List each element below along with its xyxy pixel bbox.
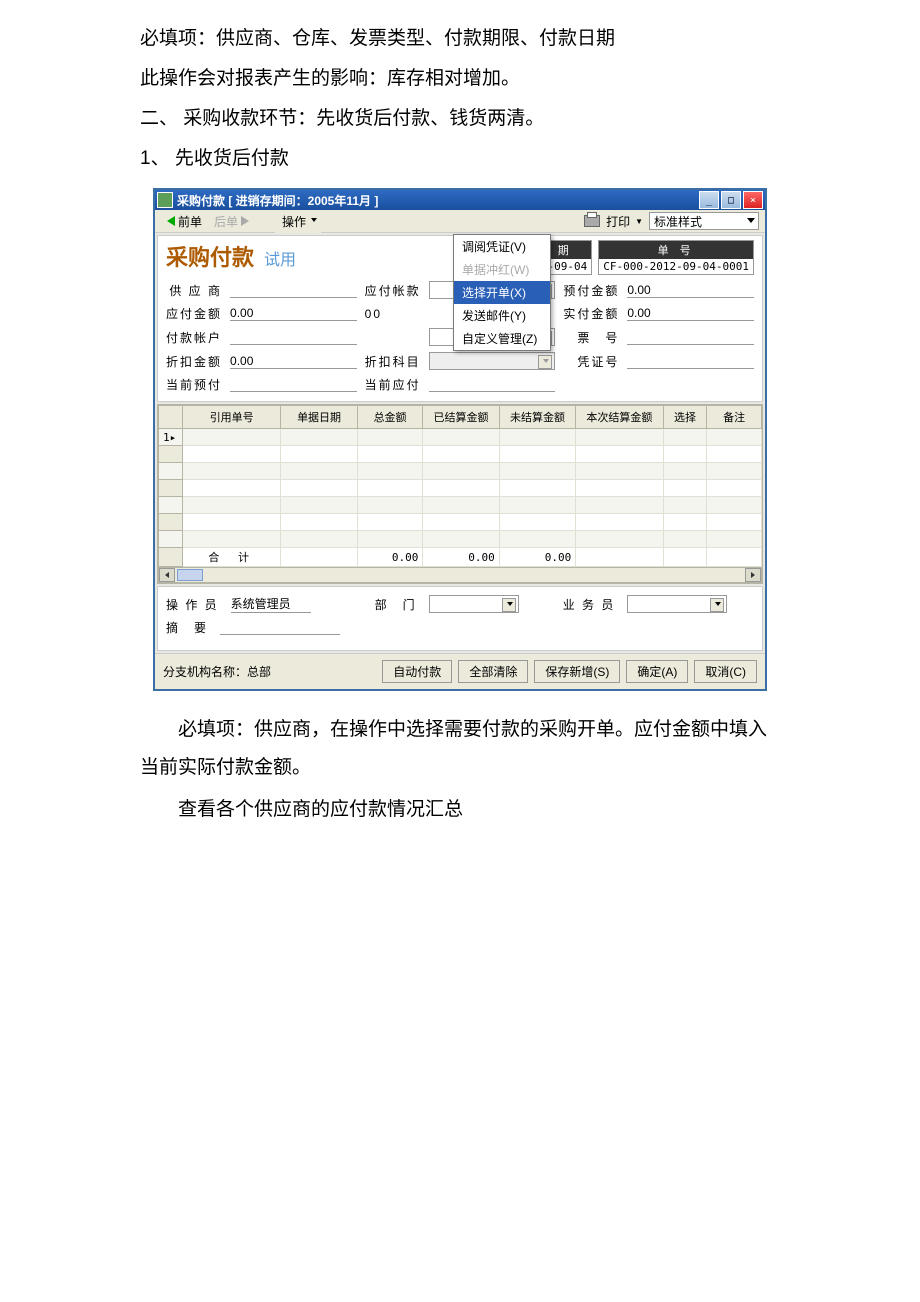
trial-mark: 试用 [264,246,296,270]
col-total: 总金额 [357,406,423,429]
app-window: 采购付款 [ 进销存期间：2005年11月 ] _ □ × 前单 后单 操作 打… [153,188,767,691]
arrow-left-icon [167,216,175,226]
discount-subj-select [429,352,556,370]
col-select: 选择 [663,406,707,429]
prev-doc-button[interactable]: 前单 [161,211,208,232]
operate-dropdown[interactable]: 操作 [275,210,321,233]
docnum-header: 单 号 [599,241,753,259]
bill-no-input[interactable] [627,330,754,345]
titlebar: 采购付款 [ 进销存期间：2005年11月 ] _ □ × [155,190,765,210]
dept-label: 部 门 [375,596,417,613]
doc-line-5: 必填项：供应商，在操作中选择需要付款的采购开单。应付金额中填入当前实际付款金额。 [140,711,780,787]
menu-doc-red[interactable]: 单据冲红(W) [454,258,550,281]
table-row[interactable]: 1▸ [159,429,762,446]
payable-label: 应付金额 [166,305,222,322]
auto-pay-button[interactable]: 自动付款 [382,660,452,683]
doc-line-6: 查看各个供应商的应付款情况汇总 [140,791,780,829]
cur-prepay-value [230,377,357,392]
cur-payable-value [429,377,556,392]
bill-no-label: 票 号 [563,329,619,346]
supplier-label: 供 应 商 [166,282,222,299]
table-row[interactable] [159,463,762,480]
cur-prepay-label: 当前预付 [166,376,222,393]
summary-input[interactable] [220,620,340,635]
cur-payable-label: 当前应付 [365,376,421,393]
window-title: 采购付款 [ 进销存期间：2005年11月 ] [177,192,699,209]
salesman-select[interactable] [627,595,727,613]
supplier-input[interactable] [230,283,357,298]
col-unsettled: 未结算金额 [499,406,575,429]
prepay-amt-label: 预付金额 [563,282,619,299]
style-selector[interactable]: 标准样式 [649,212,759,230]
operator-label: 操 作 员 [166,596,219,613]
scroll-right-icon[interactable] [745,568,761,582]
operator-value: 系统管理员 [231,595,311,613]
footer-form: 操 作 员 系统管理员 部 门 业 务 员 摘 要 [157,586,763,651]
payment-table: 引用单号 单据日期 总金额 已结算金额 未结算金额 本次结算金额 选择 备注 1… [158,405,762,567]
doc-line-3: 二、 采购收款环节：先收货后付款、钱货两清。 [140,100,780,138]
col-rownum [159,406,183,429]
close-button[interactable]: × [743,191,763,209]
doc-line-2: 此操作会对报表产生的影响：库存相对增加。 [140,60,780,98]
payable-input[interactable]: 0.00 [230,306,357,321]
print-button[interactable]: 打印 ▼ [578,211,649,232]
total-row: 合 计 0.00 0.00 0.00 [159,548,762,567]
operate-menu: 调阅凭证(V) 单据冲红(W) 选择开单(X) 发送邮件(Y) 自定义管理(Z) [453,234,551,351]
menu-send-mail[interactable]: 发送邮件(Y) [454,304,550,327]
next-doc-button[interactable]: 后单 [208,211,255,232]
col-this-settle: 本次结算金额 [576,406,663,429]
col-ref-no: 引用单号 [183,406,281,429]
docnum-value: CF-000-2012-09-04-0001 [599,259,753,274]
summary-label: 摘 要 [166,619,208,636]
doc-line-4: 1、 先收货后付款 [140,140,780,178]
discount-label: 折扣金额 [166,353,222,370]
branch-text: 分支机构名称：总部 [163,663,271,680]
actual-value: 0.00 [627,306,754,321]
minimize-button[interactable]: _ [699,191,719,209]
menu-custom-mgmt[interactable]: 自定义管理(Z) [454,327,550,350]
menu-view-voucher[interactable]: 调阅凭证(V) [454,235,550,258]
maximize-button[interactable]: □ [721,191,741,209]
clear-all-button[interactable]: 全部清除 [458,660,528,683]
voucher-label: 凭证号 [563,353,619,370]
acct-type-label: 应付帐款 [365,282,421,299]
actual-label: 实付金额 [563,305,619,322]
scroll-thumb[interactable] [177,569,203,581]
table-row[interactable] [159,480,762,497]
table-area: 引用单号 单据日期 总金额 已结算金额 未结算金额 本次结算金额 选择 备注 1… [157,404,763,584]
table-row[interactable] [159,531,762,548]
doc-line-1: 必填项：供应商、仓库、发票类型、付款期限、付款日期 [140,20,780,58]
col-settled: 已结算金额 [423,406,499,429]
app-icon [157,192,173,208]
statusbar: 分支机构名称：总部 自动付款 全部清除 保存新增(S) 确定(A) 取消(C) [155,653,765,689]
form-title: 采购付款 [166,240,254,272]
scroll-left-icon[interactable] [159,568,175,582]
toolbar: 前单 后单 操作 打印 ▼ 标准样式 [155,210,765,233]
h-scrollbar[interactable] [158,567,762,583]
prepay-amt-value: 0.00 [627,283,754,298]
cancel-button[interactable]: 取消(C) [694,660,757,683]
discount-input[interactable]: 0.00 [230,354,357,369]
salesman-label: 业 务 员 [563,596,616,613]
ok-button[interactable]: 确定(A) [626,660,688,683]
col-remark: 备注 [707,406,762,429]
arrow-right-icon [241,216,249,226]
voucher-input[interactable] [627,354,754,369]
table-row[interactable] [159,514,762,531]
table-row[interactable] [159,497,762,514]
printer-icon [584,215,600,227]
col-doc-date: 单据日期 [281,406,357,429]
peek-value: 00 [365,307,421,321]
dept-select[interactable] [429,595,519,613]
pay-acct-input[interactable] [230,330,357,345]
table-row[interactable] [159,446,762,463]
menu-select-bill[interactable]: 选择开单(X) [454,281,550,304]
save-new-button[interactable]: 保存新增(S) [534,660,620,683]
discount-subj-label: 折扣科目 [365,353,421,370]
pay-acct-label: 付款帐户 [166,329,222,346]
